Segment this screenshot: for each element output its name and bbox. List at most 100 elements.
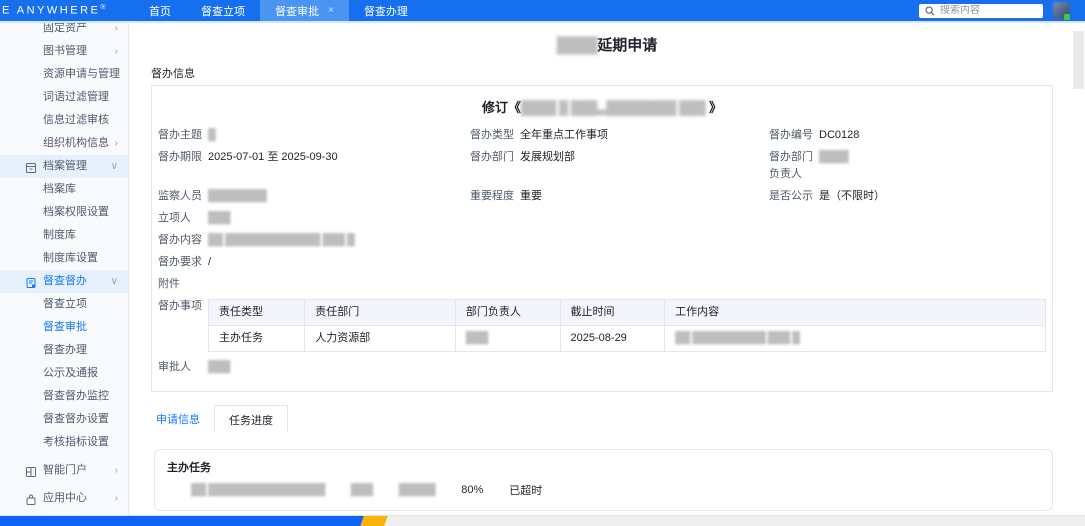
sidebar-item-label: 档案库 <box>43 183 76 195</box>
chevron-right-icon: › <box>115 487 118 510</box>
sidebar: 固定资产› 图书管理› 资源申请与管理› 词语过滤管理 信息过滤审核 组织机构信… <box>0 23 129 515</box>
online-status-dot <box>1064 14 1070 20</box>
sidebar-item-label: 档案权限设置 <box>43 206 109 218</box>
page-title: ████延期申请 <box>129 34 1085 55</box>
sidebar-item-label: 资源申请与管理 <box>43 68 120 80</box>
sidebar-item-label: 图书管理 <box>43 45 87 57</box>
redacted-title-part: ████ <box>557 37 598 54</box>
field-value: 重要 <box>520 188 542 205</box>
field-value-redacted: ████ <box>819 149 848 166</box>
nav-item-home[interactable]: 首页 <box>134 0 186 21</box>
task-date-redacted: █████ <box>399 484 435 496</box>
task-desc-redacted: ██ ████████████████ <box>191 484 325 496</box>
field-label: 督办要求 <box>158 254 202 271</box>
bottom-strip-blue <box>0 516 368 526</box>
field-value: 发展规划部 <box>520 149 575 166</box>
sidebar-item-supervision-approval[interactable]: 督查审批 <box>0 316 128 339</box>
detail-tabs: 申请信息 任务进度 <box>151 405 1085 432</box>
nav-label: 督查立项 <box>201 3 245 19</box>
app-logo: E ANYWHERE® <box>2 4 128 17</box>
field-value-redacted: ██ █████████████ ███ █ <box>208 232 354 249</box>
top-navbar: E ANYWHERE® 首页 督查立项 督查审批 × 督查办理 <box>0 0 1085 21</box>
task-progress-value: 80% <box>461 484 483 496</box>
sidebar-item-supervision-handling[interactable]: 督查办理 <box>0 339 128 362</box>
field-label: 重要程度 <box>470 188 514 205</box>
sidebar-item-archive-mgmt[interactable]: 档案管理∨ <box>0 155 128 178</box>
field-label: 审批人 <box>158 359 202 376</box>
sidebar-item-regulation-library[interactable]: 制度库 <box>0 224 128 247</box>
bottom-strip-yellow <box>360 516 388 526</box>
sidebar-item-publicity-report[interactable]: 公示及通报 <box>0 362 128 385</box>
field-value-redacted: ███ <box>208 210 230 227</box>
field-label: 附件 <box>158 276 202 293</box>
field-label: 督办内容 <box>158 232 202 249</box>
search-box[interactable] <box>919 4 1043 18</box>
search-icon <box>925 6 935 16</box>
supervision-info-panel: 修订《████ █ ███▃████████ ███ 》 督办主题█ 督办类型全… <box>151 85 1053 392</box>
sidebar-item-label: 督查督办设置 <box>43 413 109 425</box>
nav-label: 督查办理 <box>364 3 408 19</box>
sidebar-item-label: 公示及通报 <box>43 367 98 379</box>
sidebar-item-label: 应用中心 <box>43 492 87 504</box>
sidebar-item-label: 督查督办监控 <box>43 390 109 402</box>
column-header: 工作内容 <box>665 300 1046 326</box>
sidebar-item-supervision-settings[interactable]: 督查督办设置 <box>0 408 128 431</box>
field-label: 督办期限 <box>158 149 202 166</box>
sidebar-item-word-filter[interactable]: 词语过滤管理 <box>0 86 128 109</box>
field-value: 是（不限时） <box>819 188 885 205</box>
table-header-row: 责任类型 责任部门 部门负责人 截止时间 工作内容 <box>209 300 1046 326</box>
chevron-right-icon: › <box>115 40 118 63</box>
field-label: 督办类型 <box>470 127 514 144</box>
task-progress-card: 主办任务 ██ ████████████████ ███ █████ 80% 已… <box>154 449 1053 511</box>
close-tab-icon[interactable]: × <box>328 6 334 16</box>
column-header: 截止时间 <box>560 300 665 326</box>
sidebar-item-regulation-settings[interactable]: 制度库设置 <box>0 247 128 270</box>
field-value: 2025-07-01 至 2025-09-30 <box>208 149 338 166</box>
sidebar-item-fixed-assets[interactable]: 固定资产› <box>0 23 128 40</box>
nav-item-supervision-approval[interactable]: 督查审批 × <box>260 0 349 21</box>
nav-item-supervision-initiation[interactable]: 督查立项 <box>186 0 260 21</box>
field-label: 是否公示 <box>769 188 813 205</box>
sidebar-item-supervision-monitor[interactable]: 督查督办监控 <box>0 385 128 408</box>
sidebar-item-org-info[interactable]: 组织机构信息› <box>0 132 128 155</box>
task-status-badge: 已超时 <box>509 482 542 498</box>
user-avatar[interactable] <box>1053 2 1070 19</box>
nav-item-supervision-handling[interactable]: 督查办理 <box>349 0 423 21</box>
chevron-right-icon: › <box>115 459 118 482</box>
sidebar-item-app-center[interactable]: 应用中心 › <box>0 487 128 510</box>
sidebar-item-supervision-initiation[interactable]: 督查立项 <box>0 293 128 316</box>
scrollbar-thumb[interactable] <box>1073 31 1084 89</box>
search-input[interactable] <box>940 5 1030 16</box>
sidebar-item-archive-permission[interactable]: 档案权限设置 <box>0 201 128 224</box>
sidebar-item-smart-portal[interactable]: 智能门户› <box>0 459 128 482</box>
field-value-redacted: ███ <box>208 359 230 376</box>
sidebar-item-supervision[interactable]: 督查督办∨ <box>0 270 128 293</box>
sidebar-item-label: 制度库 <box>43 229 76 241</box>
column-header: 责任类型 <box>209 300 305 326</box>
sidebar-item-info-filter-review[interactable]: 信息过滤审核 <box>0 109 128 132</box>
field-value-redacted: ████████ <box>208 188 266 205</box>
tab-task-progress[interactable]: 任务进度 <box>214 405 288 432</box>
table-cell: 2025-08-29 <box>560 326 665 352</box>
field-value: DC0128 <box>819 127 859 144</box>
chevron-down-icon: ∨ <box>111 155 118 178</box>
sidebar-item-label: 督查办理 <box>43 344 87 356</box>
sidebar-item-archive-library[interactable]: 档案库 <box>0 178 128 201</box>
sidebar-item-label: 词语过滤管理 <box>43 91 109 103</box>
table-cell-redacted: ██ ██████████ ███ █ <box>665 326 1046 352</box>
sidebar-item-resource-apply[interactable]: 资源申请与管理› <box>0 63 128 86</box>
sidebar-item-book-mgmt[interactable]: 图书管理 › <box>0 40 128 63</box>
field-value: / <box>208 254 211 271</box>
field-label: 督办编号 <box>769 127 813 144</box>
table-row: 主办任务 人力资源部 ███ 2025-08-29 ██ ██████████ … <box>209 326 1046 352</box>
table-cell-redacted: ███ <box>455 326 560 352</box>
supervision-items-table: 责任类型 责任部门 部门负责人 截止时间 工作内容 主办任务 人力资源部 ███ <box>208 299 1046 352</box>
sidebar-item-assessment-indicators[interactable]: 考核指标设置 <box>0 431 128 454</box>
tab-application-info[interactable]: 申请信息 <box>151 405 214 432</box>
task-person-redacted: ███ <box>351 484 373 496</box>
column-header: 责任部门 <box>305 300 456 326</box>
task-title: 主办任务 <box>167 459 1040 475</box>
sidebar-item-label: 督查督办 <box>43 275 87 287</box>
field-label: 督办主题 <box>158 127 202 144</box>
field-value: 全年重点工作事项 <box>520 127 608 144</box>
